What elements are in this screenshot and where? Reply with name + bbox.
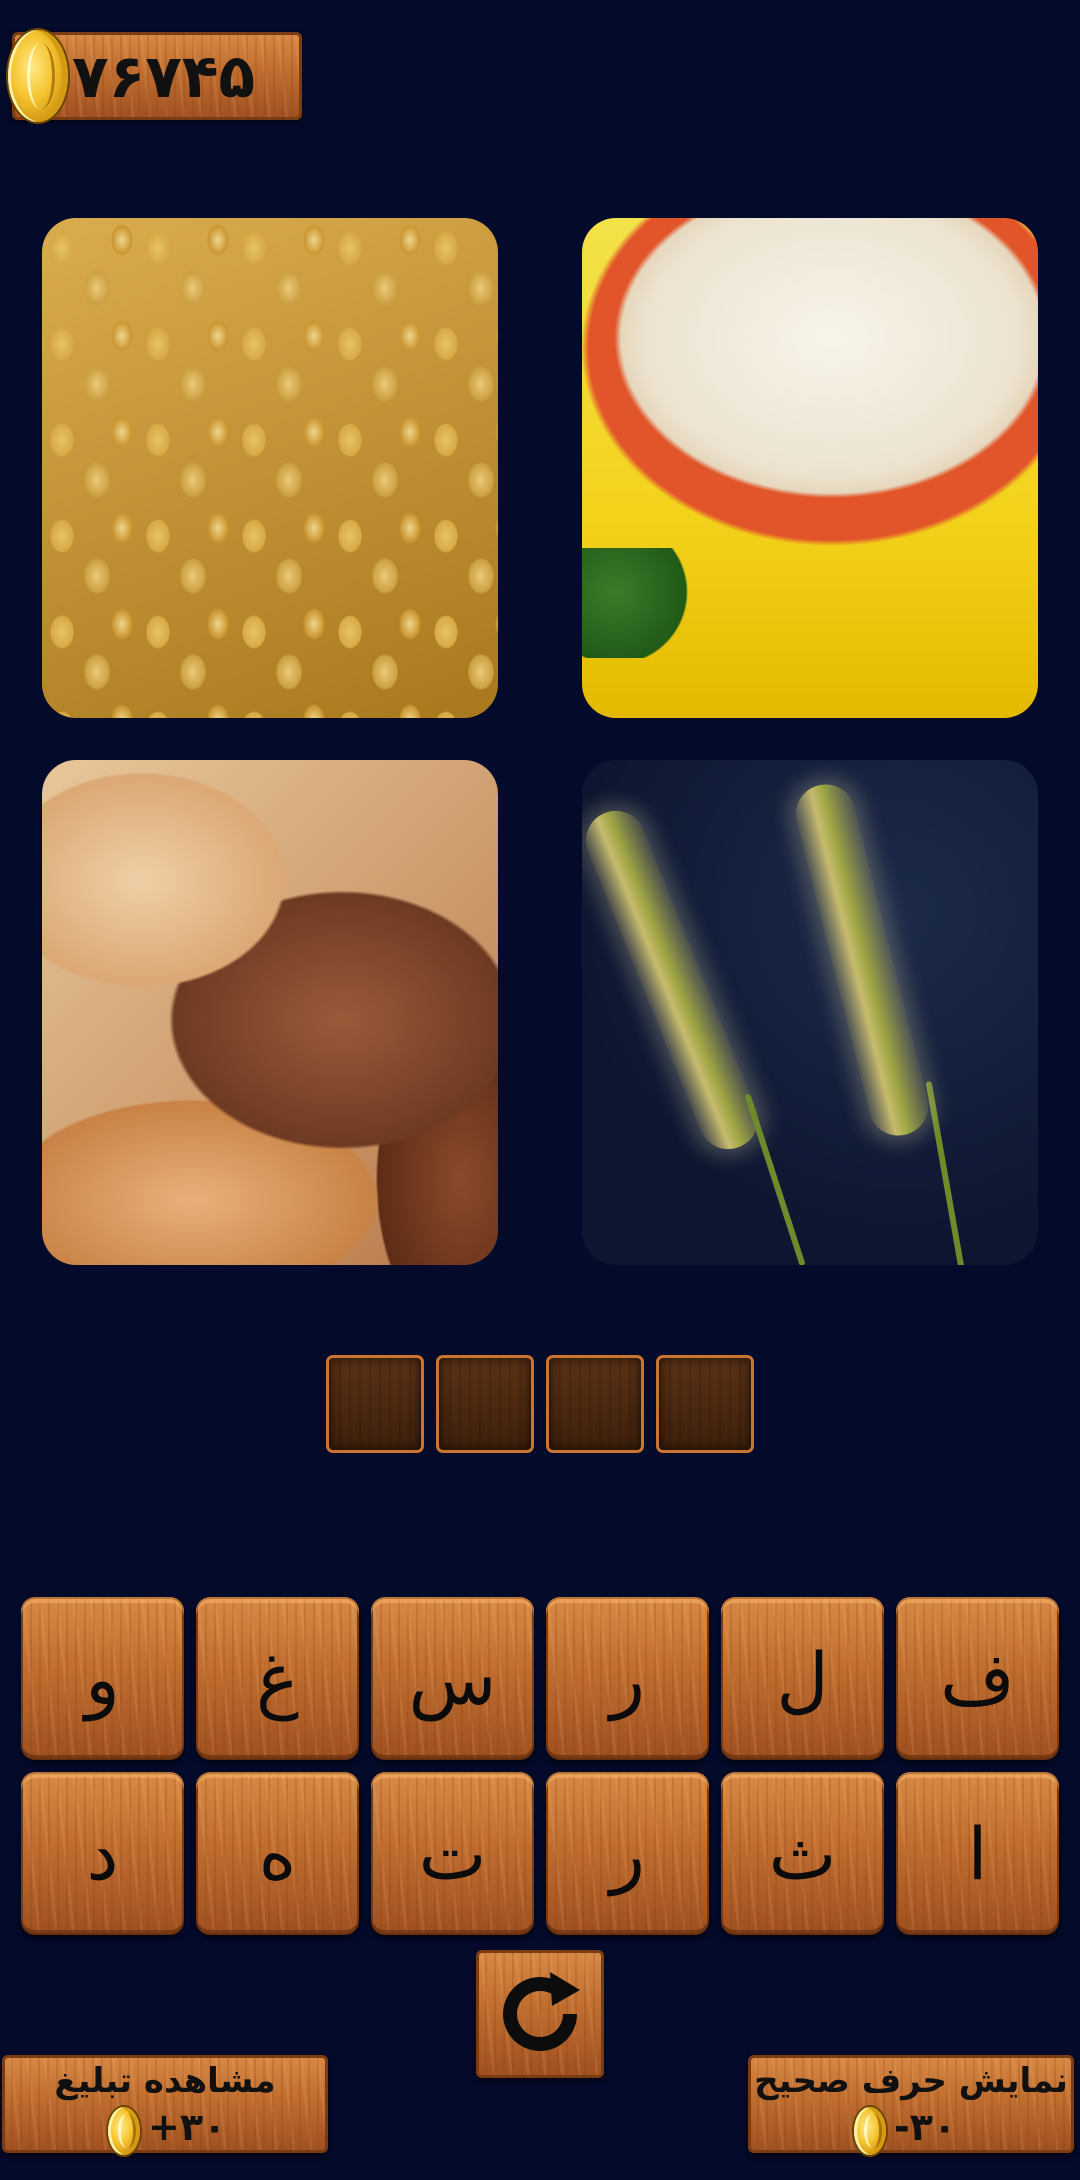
barley-stalks-image [582, 760, 1038, 1265]
letter-tile-label: ا [967, 1811, 988, 1896]
rice-bowl-image [582, 218, 1038, 718]
letter-tile-label: ت [418, 1811, 487, 1896]
letter-tile-label: و [85, 1636, 120, 1721]
barley-stem [744, 1093, 806, 1265]
letter-tile-label: س [408, 1636, 497, 1721]
letter-tile[interactable]: ف [896, 1597, 1059, 1760]
barley-stem [925, 1080, 965, 1265]
letter-tile[interactable]: ر [546, 1772, 709, 1935]
letter-tile-label: ل [776, 1636, 829, 1721]
letter-tile-label: ه [258, 1811, 297, 1896]
letter-tile[interactable]: س [371, 1597, 534, 1760]
letter-tile-label: ف [940, 1636, 1015, 1721]
letter-tile[interactable]: د [21, 1772, 184, 1935]
letter-tile-label: د [86, 1811, 119, 1896]
letter-tile-label: ر [610, 1811, 645, 1896]
answer-slot[interactable] [546, 1355, 644, 1453]
reveal-letter-button[interactable]: نمایش حرف صحیح -۳۰ [748, 2055, 1074, 2155]
refresh-icon [503, 1972, 580, 2051]
answer-slot[interactable] [326, 1355, 424, 1453]
letter-tile-label: غ [256, 1636, 299, 1721]
answer-slot[interactable] [656, 1355, 754, 1453]
letter-tile-label: ر [610, 1636, 645, 1721]
coin-counter: ۷۶۷۴۵ [8, 30, 302, 122]
letter-tile[interactable]: ت [371, 1772, 534, 1935]
letter-tile-label: ث [768, 1811, 837, 1896]
reveal-letter-cost: -۳۰ [894, 2105, 957, 2149]
coin-icon [854, 2107, 886, 2155]
wheat-grains-image [42, 218, 498, 718]
letter-tile[interactable]: و [21, 1597, 184, 1760]
letter-tile[interactable]: غ [196, 1597, 359, 1760]
watch-ad-cost: +۳۰ [148, 2105, 227, 2149]
letter-tile[interactable]: ل [721, 1597, 884, 1760]
letter-tile[interactable]: ث [721, 1772, 884, 1935]
watch-ad-label: مشاهده تبلیغ [54, 2061, 276, 2101]
letter-tile[interactable]: ا [896, 1772, 1059, 1935]
coin-count: ۷۶۷۴۵ [72, 42, 256, 112]
answer-slots [326, 1355, 754, 1453]
coin-icon [108, 2107, 140, 2155]
reveal-letter-label: نمایش حرف صحیح [754, 2061, 1068, 2101]
refresh-button[interactable] [476, 1950, 604, 2078]
letter-tile[interactable]: ه [196, 1772, 359, 1935]
answer-slot[interactable] [436, 1355, 534, 1453]
letter-tile[interactable]: ر [546, 1597, 709, 1760]
coin-icon [8, 30, 68, 122]
watch-ad-button[interactable]: مشاهده تبلیغ +۳۰ [2, 2055, 328, 2155]
bread-loaves-image [42, 760, 498, 1265]
